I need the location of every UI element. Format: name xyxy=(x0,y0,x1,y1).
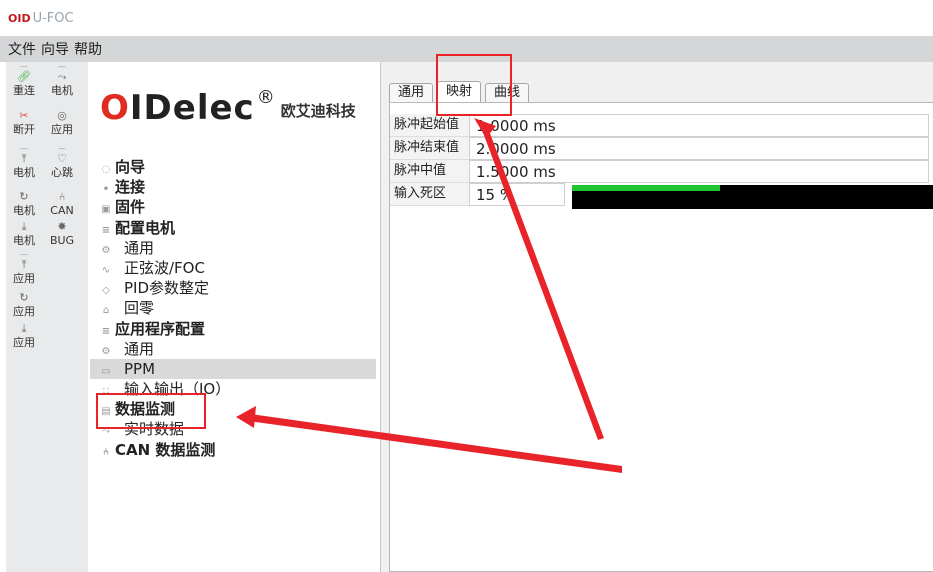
arrow-to-tab-head xyxy=(474,118,496,138)
arrow-to-ppm-head xyxy=(236,406,256,428)
annotation-arrows xyxy=(236,118,622,473)
arrow-to-tab-shaft xyxy=(482,128,604,440)
arrow-to-ppm-shaft xyxy=(249,414,622,473)
